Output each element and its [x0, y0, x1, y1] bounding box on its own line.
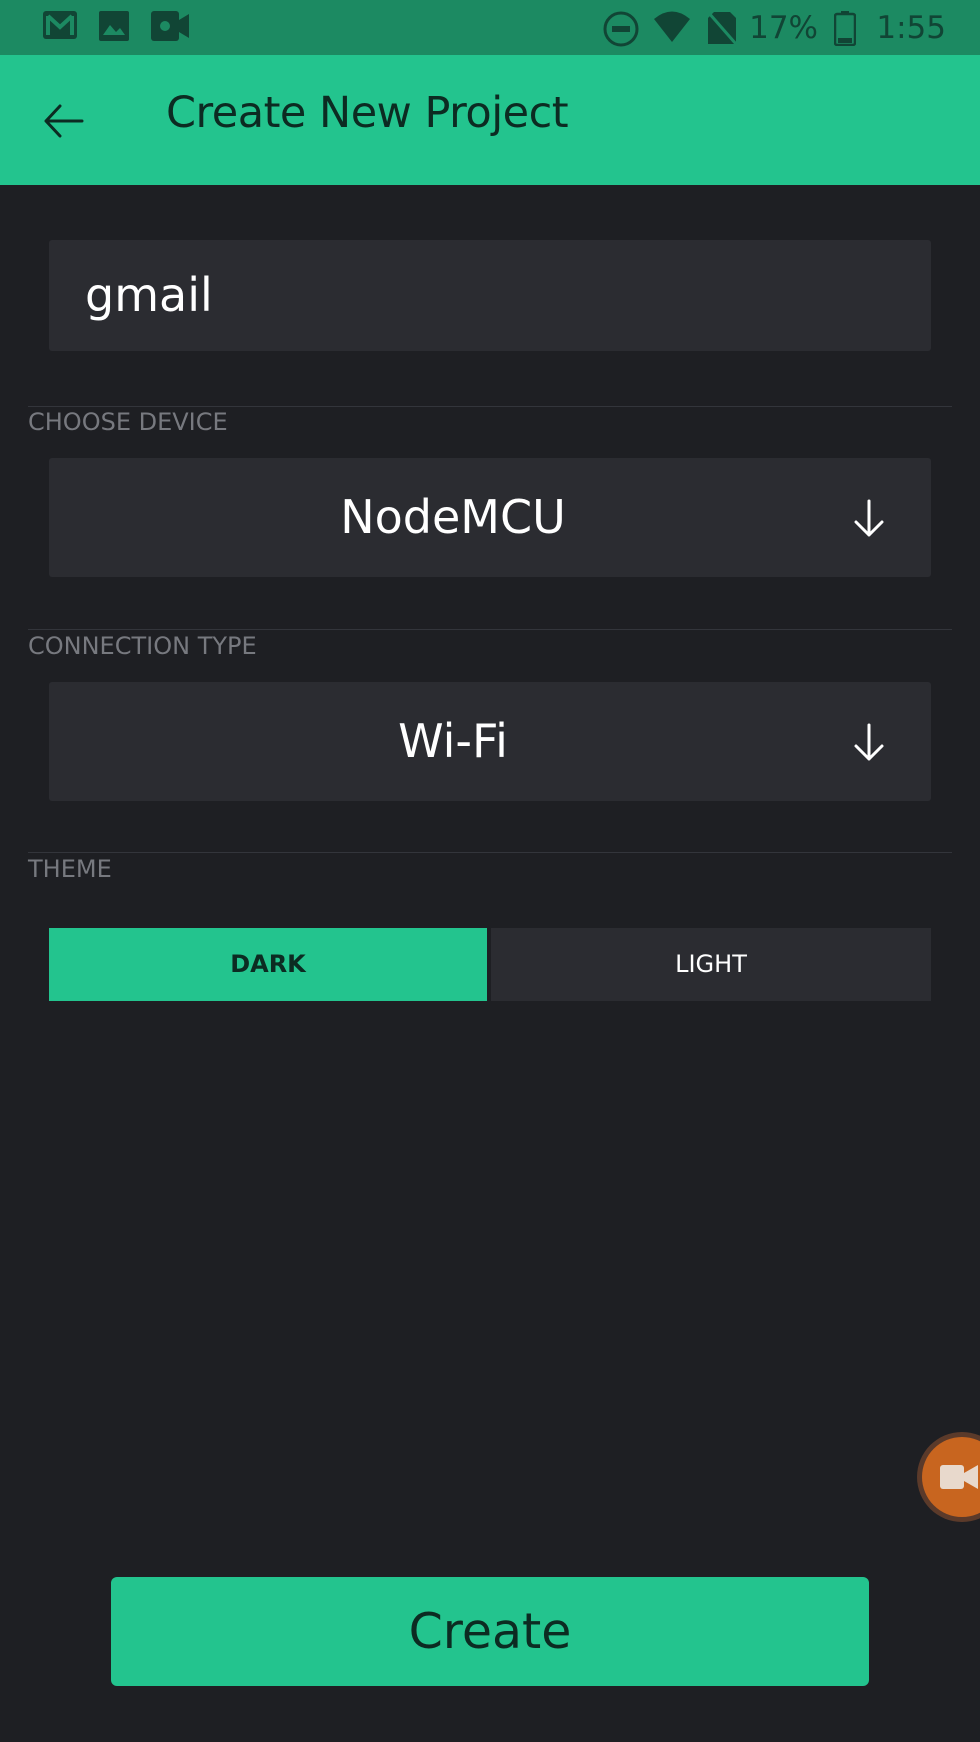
device-value: NodeMCU	[340, 490, 566, 544]
create-button[interactable]: Create	[111, 1577, 869, 1686]
arrow-down-icon	[854, 499, 884, 537]
wifi-icon	[654, 11, 690, 42]
app-bar: Create New Project	[0, 55, 980, 185]
gmail-icon	[43, 11, 77, 39]
video-camera-icon	[940, 1465, 978, 1489]
video-icon	[151, 11, 189, 41]
connection-value: Wi-Fi	[398, 714, 508, 768]
back-arrow-icon[interactable]	[38, 95, 90, 147]
divider	[28, 629, 952, 630]
theme-dark-button[interactable]: DARK	[49, 928, 487, 1001]
connection-type-label: CONNECTION TYPE	[28, 632, 257, 660]
dnd-icon	[603, 11, 639, 47]
image-icon	[99, 11, 129, 41]
theme-light-button[interactable]: LIGHT	[491, 928, 931, 1001]
screen-recorder-bubble[interactable]	[922, 1437, 980, 1517]
no-sim-icon	[706, 11, 738, 45]
divider	[28, 406, 952, 407]
battery-percent: 17%	[749, 10, 818, 46]
battery-icon	[834, 11, 856, 46]
connection-type-dropdown[interactable]: Wi-Fi	[49, 682, 931, 801]
page-title: Create New Project	[166, 88, 569, 138]
choose-device-label: CHOOSE DEVICE	[28, 408, 228, 436]
theme-toggle: DARK LIGHT	[49, 928, 931, 1001]
divider	[28, 852, 952, 853]
arrow-down-icon	[854, 723, 884, 761]
device-dropdown[interactable]: NodeMCU	[49, 458, 931, 577]
project-name-input[interactable]: gmail	[49, 240, 931, 351]
theme-label: THEME	[28, 855, 112, 883]
status-bar: 17% 1:55	[0, 0, 980, 55]
status-time: 1:55	[876, 10, 946, 46]
